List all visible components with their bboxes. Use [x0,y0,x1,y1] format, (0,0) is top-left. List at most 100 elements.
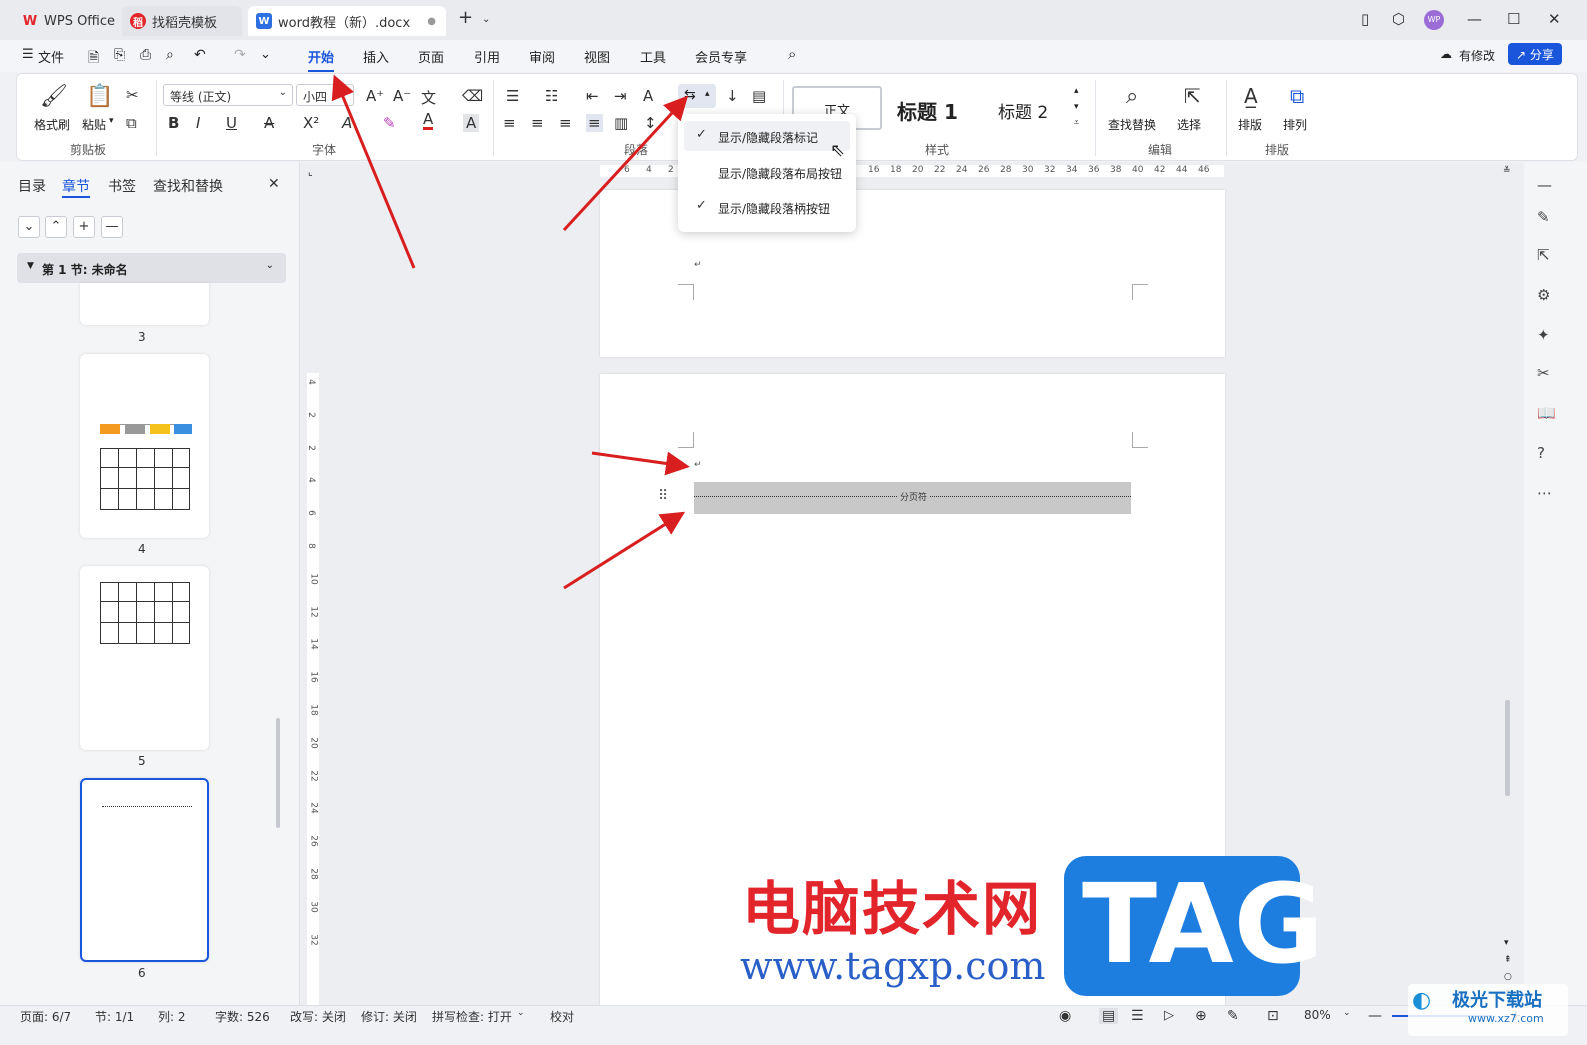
pen-view-icon[interactable]: ✎ [1227,1008,1239,1024]
arrange-button[interactable]: 排列 [1283,116,1307,133]
page-view-icon[interactable]: ▤ [1099,1008,1119,1024]
line-spacing-icon[interactable]: ↕ [644,114,657,132]
style-heading-2[interactable]: 标题 2 [998,98,1048,123]
typesetting-icon[interactable]: A̲ [1244,84,1258,108]
menu-page[interactable]: 页面 [418,47,444,66]
arrange-icon[interactable]: ⧉ [1290,84,1304,108]
underline-icon[interactable]: U [226,114,237,132]
style-scroll-down-icon[interactable]: ▾ [1074,102,1079,112]
font-name-select[interactable]: 等线 (正文) ⌄ [163,84,293,106]
format-painter-button[interactable]: 格式刷 [34,116,70,133]
increase-indent-icon[interactable]: ⇥ [614,87,627,105]
show-hide-marks-button[interactable]: ⇆ ▴ [678,84,716,108]
menu-review[interactable]: 审阅 [529,47,555,66]
paste-icon[interactable]: 📋 [86,84,113,109]
chevron-down-icon[interactable]: ⌄ [517,1008,525,1018]
avatar[interactable]: WP [1424,10,1444,30]
zoom-chevron-icon[interactable]: ⌄ [1343,1008,1351,1018]
remove-section-icon[interactable]: — [101,216,123,238]
outline-view-icon[interactable]: ☰ [1131,1008,1144,1024]
menu-item-show-layout-buttons[interactable]: 显示/隐藏段落布局按钮 [684,157,850,187]
number-list-icon[interactable]: ☷ [545,87,558,105]
layout-button[interactable]: 排版 [1238,116,1262,133]
more-icon[interactable]: ⋯ [1537,484,1552,502]
search-icon[interactable]: ⌕ [788,45,796,63]
tab-stop-icon[interactable]: ⌞ [308,167,313,178]
page-thumbnail[interactable] [80,566,209,750]
web-view-icon[interactable]: ⊕ [1195,1008,1207,1024]
close-icon[interactable]: ✕ [268,176,280,192]
prev-page-icon[interactable]: ⇞ [1504,955,1512,965]
align-right-icon[interactable]: ≡ [559,114,572,132]
clear-format-icon[interactable]: ⌫ [462,87,483,105]
status-track-changes[interactable]: 修订: 关闭 [361,1008,417,1025]
layout-icon[interactable]: ▯ [1361,10,1369,28]
minimize-icon[interactable]: — [1467,10,1482,28]
menu-tools[interactable]: 工具 [640,47,666,66]
char-shading-icon[interactable]: A [463,114,480,132]
strikethrough-icon[interactable]: A [264,114,274,132]
close-window-icon[interactable]: ✕ [1548,10,1561,28]
tab-sections[interactable]: 章节 [62,176,90,196]
tab-wps-office[interactable]: W WPS Office [14,6,123,36]
collapse-down-icon[interactable]: ⌄ [18,216,40,238]
eye-icon[interactable]: ◉ [1059,1008,1071,1024]
collapse-up-icon[interactable]: ⌃ [45,216,67,238]
doc-scrollbar[interactable] [1505,700,1510,796]
drag-handle-icon[interactable]: ⠿ [658,488,668,504]
share-button[interactable]: ↗ 分享 [1508,43,1562,65]
page-thumbnail[interactable] [80,283,209,325]
collapse-icon[interactable]: — [1537,176,1552,194]
select-button[interactable]: 选择 [1177,116,1201,133]
align-center-icon[interactable]: ≡ [531,114,544,132]
menu-view[interactable]: 视图 [584,47,610,66]
new-tab-icon[interactable]: + [458,7,473,28]
status-word-count[interactable]: 字数: 526 [215,1008,270,1025]
menu-item-show-paragraph-marks[interactable]: ✓ 显示/隐藏段落标记 [684,121,850,151]
paste-chevron-icon[interactable]: ▾ [109,116,114,126]
copy-icon[interactable]: ⧉ [126,114,137,132]
border-icon[interactable]: ▤ [752,87,766,105]
menu-member[interactable]: 会员专享 [695,47,747,66]
unsaved-dot-icon[interactable]: ● [427,16,436,27]
cut-icon[interactable]: ✂ [126,86,139,104]
preview-icon[interactable]: ⌕ [166,47,174,63]
scroll-down-icon[interactable]: ▾ [1504,938,1509,948]
file-menu-icon[interactable]: ☰ [22,47,34,62]
pinyin-icon[interactable]: 文 [421,87,436,108]
print-icon[interactable]: ⎙ [140,47,151,63]
scrollbar[interactable] [276,718,280,828]
bold-icon[interactable]: B [168,114,179,132]
status-page[interactable]: 页面: 6/7 [20,1008,71,1025]
format-painter-icon[interactable]: 🖌 [40,84,68,109]
bullet-list-icon[interactable]: ☰ [506,87,519,105]
select-cursor-icon[interactable]: ⇱ [1184,84,1201,108]
vertical-ruler[interactable]: 4 2 2 4 6 8 10 12 14 16 18 20 22 24 26 28 30 32 [306,373,319,1005]
zoom-out-icon[interactable]: — [1368,1008,1382,1024]
redo-icon[interactable]: ↷ [234,47,246,63]
status-overwrite[interactable]: 改写: 关闭 [290,1008,346,1025]
font-grow-icon[interactable]: A⁺ [366,87,384,105]
cube-icon[interactable]: ⬡ [1392,10,1405,28]
style-expand-icon[interactable]: ⩡ [1074,118,1079,128]
ai-icon[interactable]: ✦ [1537,326,1550,344]
help-icon[interactable]: ? [1537,444,1545,462]
distributed-icon[interactable]: ▥ [614,114,628,132]
text-effect-icon[interactable]: A [342,114,352,132]
menu-reference[interactable]: 引用 [474,47,500,66]
page-thumbnail[interactable] [80,354,209,538]
font-shrink-icon[interactable]: A⁻ [393,87,411,105]
save-icon[interactable]: 🗎 [88,47,99,71]
page-break[interactable]: 分页符 [694,482,1131,514]
font-size-select[interactable]: 小四 [296,84,354,106]
paste-button[interactable]: 粘贴 [82,116,106,133]
tab-bookmarks[interactable]: 书签 [108,176,136,196]
find-icon[interactable]: ⌕ [1126,84,1138,109]
section-item[interactable]: ▼ 第 1 节: 未命名 ⌄ [17,253,286,283]
cursor-icon[interactable]: ⇱ [1537,246,1550,264]
add-section-icon[interactable]: + [73,216,95,238]
menu-item-show-handle-buttons[interactable]: ✓ 显示/隐藏段落柄按钮 [684,192,850,222]
italic-icon[interactable]: I [196,114,200,132]
superscript-icon[interactable]: X² [303,114,319,132]
tab-list-chevron-icon[interactable]: ⌄ [482,14,490,25]
